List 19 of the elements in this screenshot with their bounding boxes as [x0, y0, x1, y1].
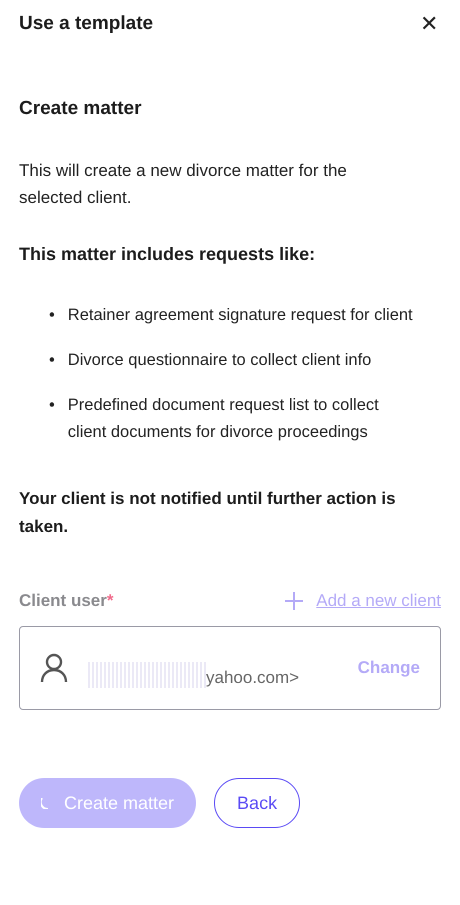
request-item: Retainer agreement signature request for client — [68, 305, 413, 326]
notice-text: Your client is not notified until further action is taken. — [19, 488, 397, 538]
required-mark: * — [106, 591, 114, 610]
field-label: Client user — [19, 591, 107, 610]
plus-icon — [284, 591, 304, 611]
description: This will create a new divorce matter for the selected client. — [19, 160, 348, 209]
section-title: Create matter — [19, 98, 142, 120]
request-item: Predefined document request list to collect client documents for divorce proceedings — [68, 395, 380, 443]
bullet: • — [49, 395, 55, 416]
client-email: yahoo.com> — [206, 668, 300, 688]
spinner-icon — [41, 798, 48, 808]
request-item: Divorce questionnaire to collect client info — [68, 350, 372, 371]
person-icon — [40, 653, 68, 683]
back-button[interactable]: Back — [214, 778, 300, 828]
bullet: • — [49, 305, 55, 326]
includes-heading: This matter includes requests like: — [19, 244, 316, 265]
close-button[interactable]: ✕ — [417, 12, 441, 36]
panel-title: Use a template — [19, 13, 154, 35]
bullet: • — [49, 350, 55, 371]
